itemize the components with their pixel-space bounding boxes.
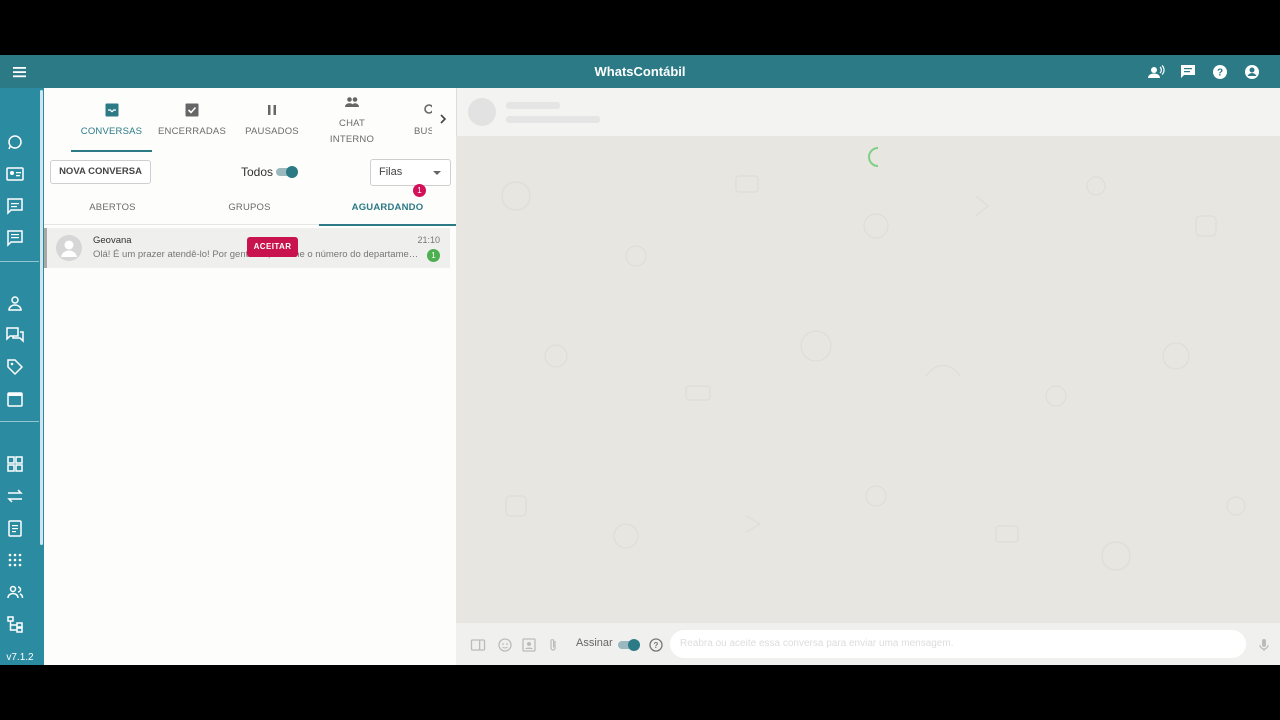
hierarchy-icon[interactable] — [5, 614, 25, 634]
users-voice-icon[interactable] — [1147, 63, 1165, 81]
tag-icon[interactable] — [5, 357, 25, 377]
switch-knob — [628, 639, 640, 651]
chat-icon[interactable] — [1179, 63, 1197, 81]
unread-count-badge: 1 — [427, 249, 440, 262]
tab-abertos[interactable]: ABERTOS — [44, 198, 181, 225]
status-skeleton — [506, 116, 600, 123]
grid-icon[interactable] — [5, 550, 25, 570]
top-bar: WhatsContábil ? — [0, 55, 1280, 88]
pause-icon — [268, 105, 276, 115]
group-icon[interactable] — [5, 582, 25, 602]
image-icon[interactable] — [521, 637, 537, 653]
emoji-icon[interactable] — [497, 637, 513, 653]
chat-list-icon[interactable] — [5, 228, 25, 248]
tab-label: PAUSADOS — [245, 126, 299, 137]
rail-divider — [0, 261, 39, 262]
accept-button[interactable]: ACEITAR — [247, 237, 298, 257]
dashboard-icon[interactable] — [5, 454, 25, 474]
microphone-icon[interactable] — [1256, 637, 1272, 653]
person-icon[interactable] — [5, 293, 25, 313]
signature-label: Assinar — [576, 637, 613, 649]
message-input[interactable]: Reabra ou aceite essa conversa para envi… — [670, 630, 1246, 658]
tab-label: CONVERSAS — [80, 126, 143, 137]
name-skeleton — [506, 102, 560, 109]
loading-spinner-icon — [868, 147, 879, 167]
contact-avatar-placeholder — [468, 98, 496, 126]
svg-text:?: ? — [654, 641, 659, 650]
whatsapp-icon[interactable] — [5, 132, 25, 152]
swap-icon[interactable] — [5, 486, 25, 506]
switch-knob — [286, 166, 298, 178]
message-time: 21:10 — [417, 235, 440, 245]
clipboard-icon[interactable] — [5, 518, 25, 538]
left-nav-rail: v7.1.2 — [0, 88, 44, 665]
tab-grupos[interactable]: GRUPOS — [181, 198, 318, 225]
all-toggle-label: Todos — [241, 165, 274, 179]
account-icon[interactable] — [1243, 63, 1261, 81]
queues-select-value: Filas — [379, 166, 403, 178]
main-tabs: CONVERSAS ENCERRADAS PAUSADOS CHAT INTER… — [44, 88, 456, 152]
inbox-icon — [105, 103, 118, 117]
search-icon — [424, 104, 432, 114]
calendar-icon[interactable] — [5, 389, 25, 409]
tab-chat-interno[interactable]: CHAT INTERNO — [312, 88, 392, 152]
status-tabs: ABERTOS GRUPOS AGUARDANDO 1 — [44, 184, 456, 226]
rail-scrollbar[interactable] — [40, 90, 43, 545]
checkbox-icon — [185, 103, 199, 117]
message-composer: Assinar ? Reabra ou aceite essa conversa… — [456, 623, 1280, 665]
app-title: WhatsContábil — [594, 64, 686, 79]
conversation-row[interactable]: Geovana Olá! É um prazer atendê-lo! Por … — [44, 228, 450, 268]
dropdown-caret-icon — [433, 171, 441, 175]
tab-encerradas[interactable]: ENCERRADAS — [152, 88, 232, 152]
conversation-panel: CONVERSAS ENCERRADAS PAUSADOS CHAT INTER… — [44, 88, 456, 665]
attachment-icon[interactable] — [545, 637, 561, 653]
app-window: WhatsContábil ? v7.1.2 CONVERSAS ENCERRA… — [0, 55, 1280, 665]
new-conversation-button[interactable]: NOVA CONVERSA — [50, 160, 151, 184]
people-icon — [345, 97, 359, 107]
message-icon[interactable] — [5, 196, 25, 216]
default-avatar-icon — [61, 240, 77, 257]
forum-icon[interactable] — [5, 325, 25, 345]
chat-header-placeholder — [456, 88, 1280, 136]
tab-label: ENCERRADAS — [158, 126, 226, 137]
chat-wallpaper — [501, 175, 1246, 571]
help-circle-icon[interactable]: ? — [648, 637, 664, 653]
rail-divider — [0, 421, 39, 422]
chevron-right-icon[interactable] — [437, 112, 449, 126]
tab-conversas[interactable]: CONVERSAS — [71, 88, 152, 152]
avatar — [56, 235, 82, 261]
contact-name: Geovana — [93, 235, 132, 246]
queues-select[interactable]: Filas — [370, 159, 451, 186]
help-icon[interactable]: ? — [1211, 63, 1229, 81]
signature-toggle-switch[interactable] — [618, 639, 640, 651]
contact-card-icon[interactable] — [5, 164, 25, 184]
svg-text:?: ? — [1217, 68, 1223, 79]
chat-area: Assinar ? Reabra ou aceite essa conversa… — [456, 88, 1280, 665]
tab-pausados[interactable]: PAUSADOS — [232, 88, 312, 152]
tab-label: BUS — [414, 126, 432, 137]
tab-label: CHAT INTERNO — [329, 118, 375, 145]
sidebar-toggle-icon[interactable] — [470, 637, 486, 653]
app-version: v7.1.2 — [6, 652, 34, 663]
all-toggle-switch[interactable] — [276, 166, 298, 178]
tab-busca[interactable]: BUS — [392, 88, 432, 152]
waiting-count-badge: 1 — [413, 184, 426, 197]
tab-aguardando[interactable]: AGUARDANDO — [319, 198, 456, 226]
